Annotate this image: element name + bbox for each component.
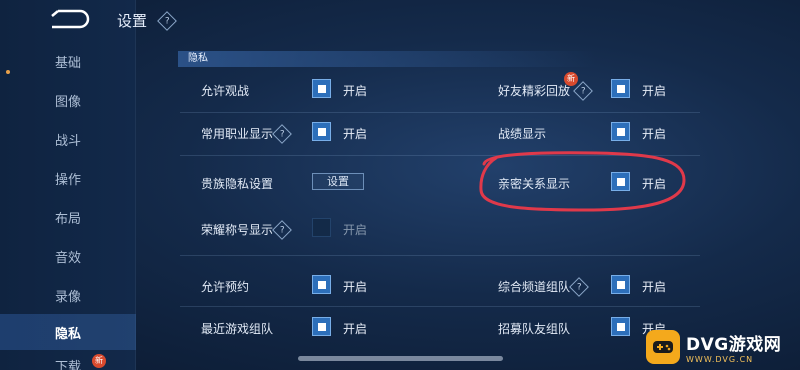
divider	[180, 306, 700, 307]
allow-spectate-state: 开启	[343, 84, 368, 98]
sidebar-item-label: 隐私	[54, 326, 81, 342]
help-icon[interactable]: ?	[569, 277, 589, 297]
channel-team-state: 开启	[642, 280, 667, 294]
page-title: 设置	[117, 12, 148, 30]
allow-spectate-checkbox[interactable]	[312, 79, 331, 98]
record-display-label: 战绩显示	[498, 127, 547, 141]
section-tag: 隐私	[178, 51, 596, 67]
sidebar-item-controls[interactable]: 操作	[0, 160, 136, 196]
sidebar-item-layout[interactable]: 布局	[0, 199, 136, 235]
sidebar-item-label: 下载	[54, 360, 81, 370]
friend-highlights-checkbox[interactable]	[611, 79, 630, 98]
honor-title-state: 开启	[343, 223, 368, 237]
allow-booking-label: 允许预约	[201, 280, 250, 294]
intimate-display-checkbox[interactable]	[611, 172, 630, 191]
noble-privacy-settings-button[interactable]: 设置	[312, 173, 364, 190]
divider	[180, 255, 700, 256]
new-badge: 新	[92, 354, 106, 368]
record-display-checkbox[interactable]	[611, 122, 630, 141]
sidebar-item-label: 音效	[54, 250, 81, 266]
new-badge: 新	[564, 72, 578, 86]
divider	[180, 155, 700, 156]
friend-highlights-state: 开启	[642, 84, 667, 98]
watermark-url: WWW.DVG.CN	[686, 355, 754, 364]
allow-booking-state: 开启	[343, 280, 368, 294]
sidebar-item-graphics[interactable]: 图像	[0, 82, 136, 118]
recent-team-state: 开启	[343, 322, 368, 336]
honor-title-checkbox[interactable]	[312, 218, 331, 237]
recent-team-checkbox[interactable]	[312, 317, 331, 336]
sidebar-item-label: 基础	[54, 55, 81, 71]
sidebar-item-label: 操作	[54, 172, 81, 188]
help-icon[interactable]: ?	[573, 81, 593, 101]
divider	[180, 112, 700, 113]
sidebar-item-label: 图像	[54, 94, 81, 110]
sidebar-item-label: 录像	[54, 289, 81, 305]
sidebar-item-replay[interactable]: 录像	[0, 277, 136, 313]
allow-spectate-label: 允许观战	[201, 84, 250, 98]
intimate-display-label: 亲密关系显示	[498, 177, 571, 191]
channel-team-label: 综合频道组队	[498, 280, 571, 294]
sidebar-item-label: 战斗	[54, 133, 81, 149]
watermark-title: DVG游戏网	[686, 335, 782, 355]
sidebar: 基础 图像 战斗 操作 布局 音效 录像 隐私 下载 新	[0, 0, 136, 370]
honor-title-label: 荣耀称号显示	[201, 223, 274, 237]
help-icon[interactable]: ?	[157, 11, 177, 31]
sidebar-item-label: 布局	[54, 211, 81, 227]
sidebar-item-download[interactable]: 下载	[0, 356, 136, 370]
friend-highlights-label: 好友精彩回放	[498, 84, 571, 98]
sidebar-item-combat[interactable]: 战斗	[0, 121, 136, 157]
back-icon[interactable]	[44, 8, 90, 30]
watermark: DVG游戏网 WWW.DVG.CN	[646, 326, 796, 368]
sidebar-item-privacy[interactable]: 隐私	[0, 314, 136, 350]
channel-team-checkbox[interactable]	[611, 275, 630, 294]
gamepad-icon	[646, 330, 680, 364]
intimate-display-state: 开启	[642, 177, 667, 191]
scroll-handle[interactable]	[298, 356, 503, 361]
help-icon[interactable]: ?	[272, 220, 292, 240]
recent-team-label: 最近游戏组队	[201, 322, 274, 336]
common-role-checkbox[interactable]	[312, 122, 331, 141]
sidebar-item-basic[interactable]: 基础	[0, 43, 136, 79]
help-icon[interactable]: ?	[272, 124, 292, 144]
recruit-team-checkbox[interactable]	[611, 317, 630, 336]
record-display-state: 开启	[642, 127, 667, 141]
noble-privacy-label: 贵族隐私设置	[201, 177, 274, 191]
sidebar-item-sound[interactable]: 音效	[0, 238, 136, 274]
recruit-team-label: 招募队友组队	[498, 322, 571, 336]
common-role-state: 开启	[343, 127, 368, 141]
common-role-label: 常用职业显示	[201, 127, 274, 141]
allow-booking-checkbox[interactable]	[312, 275, 331, 294]
